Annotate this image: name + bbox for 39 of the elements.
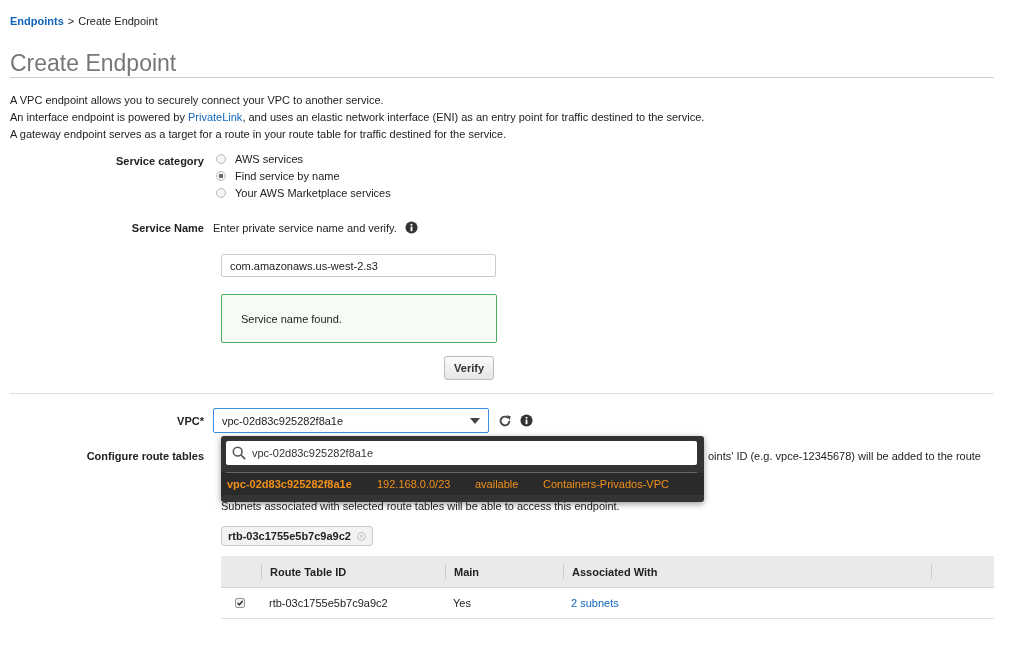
subnets-link[interactable]: 2 subnets	[571, 597, 619, 609]
intro-text: A gateway endpoint serves as a target for a route in your route table for traffic destined for the service.	[10, 127, 508, 142]
radio-button[interactable]	[216, 153, 226, 164]
caret-icon	[470, 417, 480, 424]
breadcrumb-separator: >	[67, 15, 75, 27]
breadcrumb-link[interactable]: Endpoints	[10, 15, 64, 27]
column-header: Route Table ID	[261, 564, 445, 579]
radio-label[interactable]: AWS services	[235, 152, 304, 165]
row-checkbox[interactable]	[235, 598, 245, 608]
info-icon[interactable]	[520, 414, 533, 427]
field-label: Service Name	[130, 221, 205, 234]
radio-label[interactable]: Your AWS Marketplace services	[235, 186, 391, 199]
page-title: Create Endpoint	[10, 50, 994, 78]
column-header: Associated With	[563, 564, 931, 579]
column-header: Main	[445, 564, 563, 579]
field-hint: Enter private service name and verify.	[213, 221, 397, 234]
route-table-note: oints' ID (e.g. vpce-12345678) will be added to the route	[708, 450, 981, 462]
service-name-field[interactable]: com.amazonaws.us-west-2.s3	[221, 254, 496, 277]
intro-text: A VPC endpoint allows you to securely connect your VPC to another service.	[10, 93, 385, 108]
field-label: VPC*	[176, 414, 205, 427]
vpc-select[interactable]: vpc-02d83c925282f8a1e	[213, 408, 489, 433]
dropdown-search-field[interactable]: vpc-02d83c925282f8a1e	[226, 441, 697, 465]
verify-button[interactable]: Verify	[444, 356, 494, 380]
field-label: Configure route tables	[85, 450, 205, 462]
success-message: Service name found.	[221, 294, 497, 343]
radio-button[interactable]	[216, 187, 226, 198]
info-icon[interactable]	[404, 221, 418, 234]
dropdown-option[interactable]: vpc-02d83c925282f8a1e 192.168.0.0/23 available Containers-Privados-VPC	[221, 473, 704, 495]
tag-label: rtb-03c1755e5b7c9a9c2	[228, 530, 351, 542]
search-icon	[232, 446, 246, 460]
radio-label[interactable]: Find service by name	[235, 169, 340, 182]
intro-text: An interface endpoint is powered by PrivateLink, and uses an elastic network interface (ENI) as an entry point for traffic destined to the service.	[10, 110, 706, 125]
field-label: Service category	[114, 154, 205, 167]
table-cell: Yes	[453, 597, 471, 609]
table-cell: rtb-03c1755e5b7c9a9c2	[269, 597, 388, 609]
breadcrumb-current: Create Endpoint	[78, 15, 158, 27]
subnets-note: Subnets associated with selected route tables will be able to access this endpoint.	[221, 500, 621, 512]
refresh-icon[interactable]	[498, 413, 512, 428]
radio-button[interactable]	[216, 170, 226, 181]
